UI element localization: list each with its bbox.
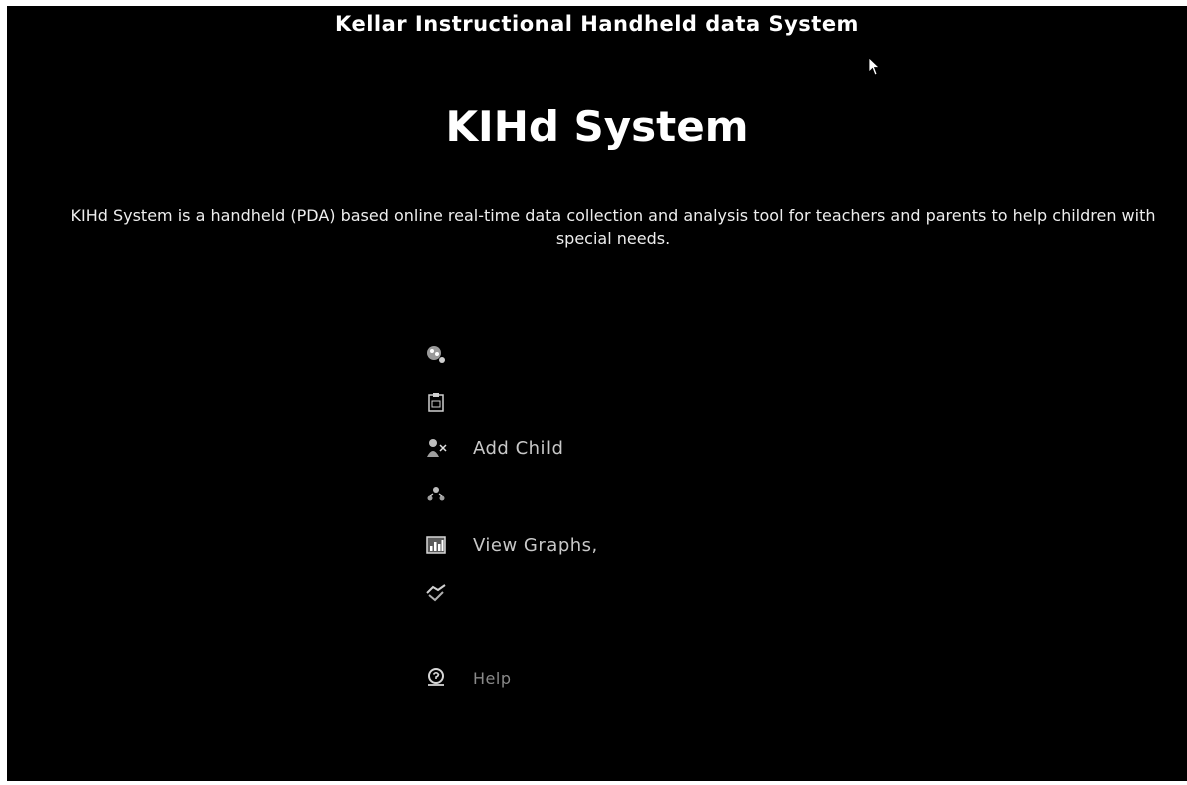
menu-item-group[interactable] [425,479,473,511]
menu-item-add-child[interactable]: Add Child [425,432,563,464]
page-title: KIHd System [445,102,749,151]
handshake-icon [425,581,447,603]
app-screen: Kellar Instructional Handheld data Syste… [7,6,1187,781]
system-description: KIHd System is a handheld (PDA) based on… [70,206,1156,248]
menu-item-clipboard[interactable] [425,386,473,418]
mouse-cursor-icon [868,57,880,76]
add-child-icon [425,437,447,459]
menu-item-label: Add Child [473,437,564,459]
help-icon [425,667,447,689]
menu-item-label: View Graphs, [473,534,598,556]
people-icon [425,344,447,366]
menu-item-view-graphs[interactable]: View Graphs, [425,529,598,561]
group-icon [425,484,447,506]
menu-item-help[interactable]: Help [425,662,511,694]
menu-item-handshake[interactable] [425,576,473,608]
menu-item-label: Help [473,668,512,688]
app-title: Kellar Instructional Handheld data Syste… [335,12,859,36]
clipboard-icon [425,391,447,413]
chart-icon [425,534,447,556]
menu-item-people[interactable] [425,339,473,371]
